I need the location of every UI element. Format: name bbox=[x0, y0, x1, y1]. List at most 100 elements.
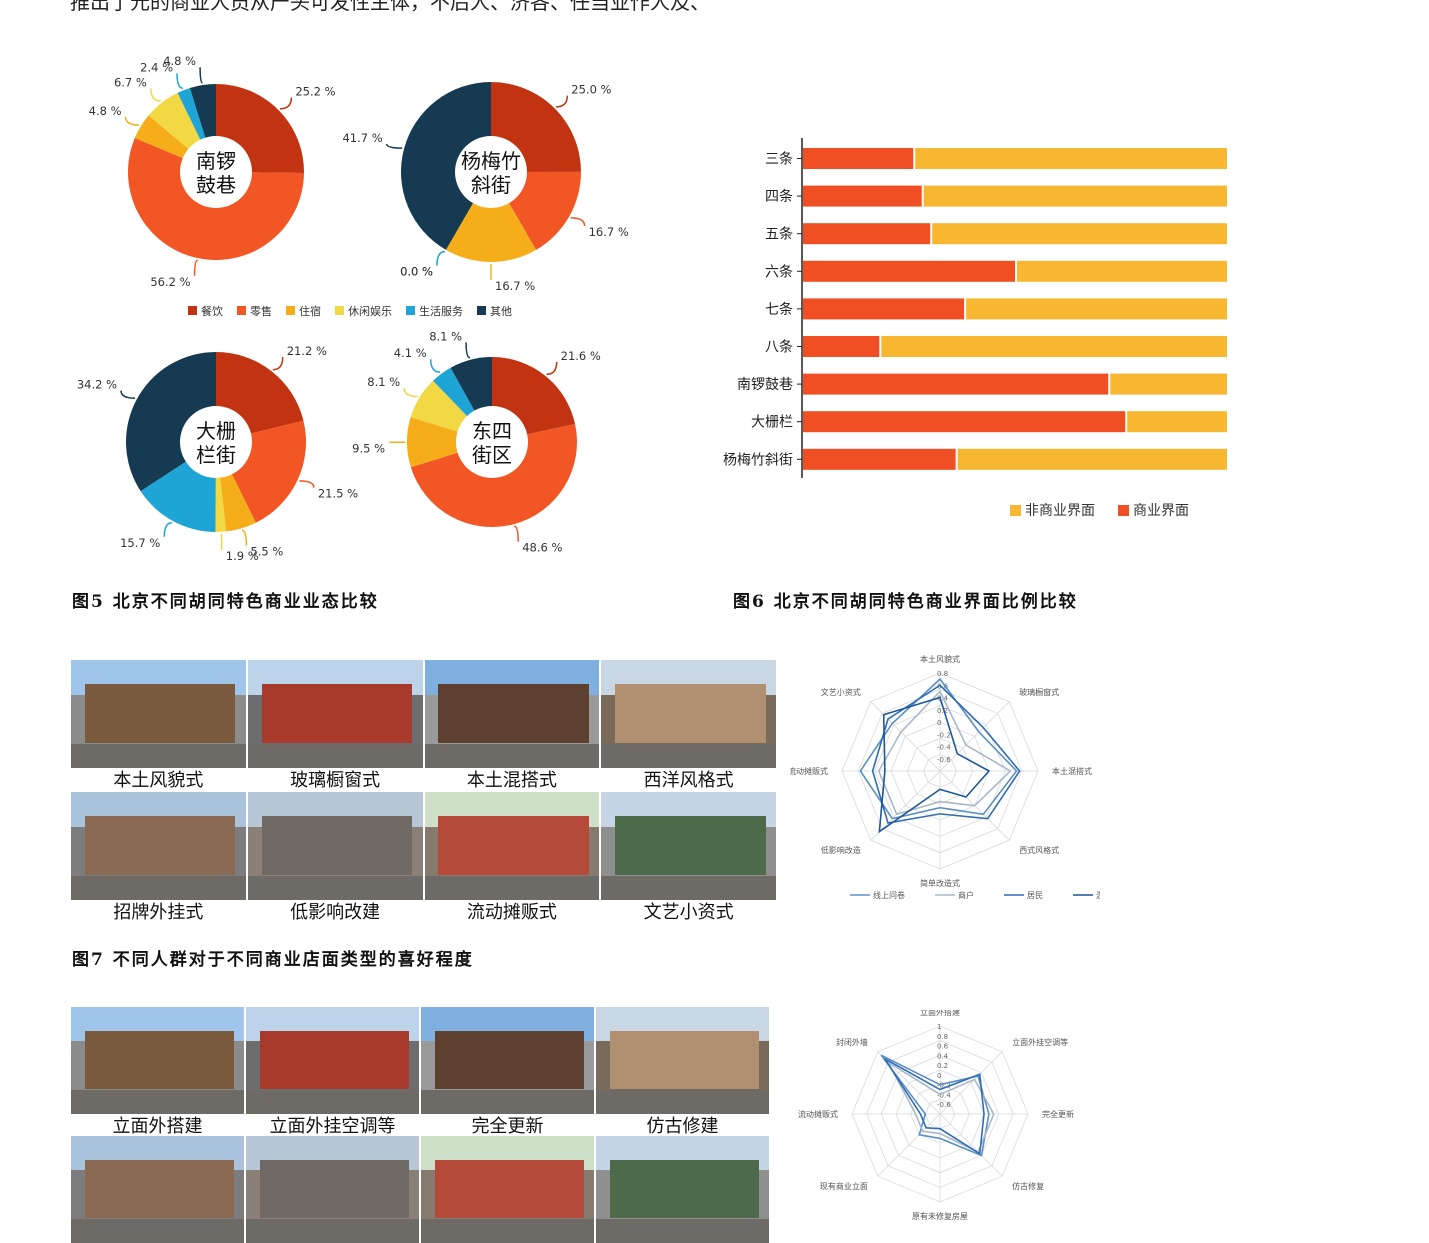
fig7-caption: 图7 不同人群对于不同商业店面类型的喜好程度 bbox=[72, 945, 474, 970]
radar-axis-label: 玻璃橱窗式 bbox=[1019, 687, 1059, 697]
photo-building bbox=[85, 1031, 234, 1090]
legend-label: 居民 bbox=[1027, 891, 1043, 900]
leader-line bbox=[404, 388, 418, 396]
legend-label: 线上问卷 bbox=[873, 890, 905, 900]
slice-label: 8.1 % bbox=[429, 329, 462, 343]
slice-label: 21.2 % bbox=[287, 344, 327, 358]
radar-axis-label: 文艺小资式 bbox=[821, 687, 861, 697]
bar-noncommercial bbox=[924, 186, 1227, 207]
leader-line bbox=[221, 534, 222, 550]
fig8-radar-chart: 立面外搭建立面外挂空调等完全更新仿古修复原有未修复房屋现有商业立面流动摊贩式封闭… bbox=[790, 1010, 1100, 1237]
photo-label: 本土风貌式 bbox=[113, 766, 203, 792]
street-photo bbox=[246, 1007, 419, 1114]
category-label: 四条 bbox=[765, 188, 793, 205]
photo-label: 流动摊贩式 bbox=[467, 898, 557, 924]
radar-axis-label: 本土混搭式 bbox=[1052, 766, 1092, 776]
leader-line bbox=[126, 117, 140, 125]
slice-label: 48.6 % bbox=[522, 541, 562, 555]
leader-line bbox=[547, 362, 557, 374]
leader-line bbox=[164, 523, 172, 537]
donut-title: 大栅 bbox=[196, 419, 236, 443]
donut-title: 东四 bbox=[472, 419, 512, 443]
slice-label: 15.7 % bbox=[120, 536, 160, 550]
bar-noncommercial bbox=[932, 223, 1227, 244]
photo-label: 仿古修建 bbox=[647, 1112, 719, 1138]
radar-tick-label: 0.8 bbox=[937, 670, 948, 678]
legend-label: 游客 bbox=[1096, 890, 1100, 900]
radar-axis-label: 简单改造式 bbox=[920, 878, 960, 888]
bar-commercial bbox=[803, 298, 964, 319]
leader-line bbox=[273, 357, 283, 370]
fig5-donut-charts: 25.2 %56.2 %4.8 %6.7 %2.4 %4.8 %南锣鼓巷25.0… bbox=[40, 50, 680, 570]
slice-label: 4.8 % bbox=[89, 104, 122, 118]
street-photo bbox=[71, 792, 246, 900]
radar-axis-label: 低影响改造 bbox=[821, 845, 861, 855]
leader-line bbox=[437, 252, 445, 266]
category-label: 七条 bbox=[765, 301, 793, 318]
photo-ground bbox=[248, 744, 423, 768]
radar-tick-label: 0.8 bbox=[937, 1033, 948, 1041]
fig6-bar-chart: 三条四条五条六条七条八条南锣鼓巷大栅栏杨梅竹斜街非商业界面商业界面 bbox=[700, 130, 1260, 530]
radar-spoke bbox=[940, 1114, 1002, 1176]
bar-noncommercial bbox=[966, 298, 1227, 319]
slice-label: 4.8 % bbox=[163, 54, 196, 68]
bar-noncommercial bbox=[958, 449, 1227, 470]
street-photo bbox=[421, 1136, 594, 1243]
photo-building bbox=[262, 816, 412, 875]
photo-building bbox=[610, 1031, 759, 1090]
photo-label: 立面外搭建 bbox=[113, 1112, 203, 1138]
category-label: 八条 bbox=[765, 339, 793, 356]
bar-commercial bbox=[803, 336, 879, 357]
bar-commercial bbox=[803, 449, 956, 470]
radar-tick-label: 0.4 bbox=[937, 1052, 949, 1060]
photo-ground bbox=[601, 744, 776, 768]
leader-line bbox=[299, 481, 313, 488]
leader-line bbox=[556, 96, 567, 107]
bar-commercial bbox=[803, 223, 930, 244]
bar-commercial bbox=[803, 261, 1015, 282]
leader-line bbox=[177, 73, 183, 88]
slice-label: 4.1 % bbox=[394, 346, 427, 360]
photo-label: 招牌外挂式 bbox=[113, 898, 203, 924]
fig7-radar-chart: 本土风貌式玻璃橱窗式本土混搭式西式风格式简单改造式低影响改造流动摊贩式文艺小资式… bbox=[790, 655, 1100, 905]
photo-building bbox=[260, 1031, 409, 1090]
street-photo bbox=[601, 792, 776, 900]
photo-ground bbox=[601, 876, 776, 900]
photo-building bbox=[85, 816, 235, 875]
radar-axis-label: 封闭外墙 bbox=[836, 1037, 868, 1047]
photo-ground bbox=[246, 1219, 419, 1243]
legend-label: 商业界面 bbox=[1133, 503, 1189, 519]
category-label: 三条 bbox=[765, 151, 793, 168]
legend-label: 非商业界面 bbox=[1025, 503, 1095, 519]
fig6-caption: 图6 北京不同胡同特色商业界面比例比较 bbox=[733, 587, 1078, 612]
radar-tick-label: -0.4 bbox=[937, 744, 951, 752]
radar-tick-label: -0.6 bbox=[937, 756, 951, 764]
legend-label: 休闲娱乐 bbox=[348, 304, 392, 318]
slice-label: 25.2 % bbox=[295, 84, 335, 98]
legend-label: 商户 bbox=[958, 890, 974, 900]
leader-line bbox=[387, 144, 402, 148]
photo-label: 文艺小资式 bbox=[644, 898, 734, 924]
legend-swatch bbox=[1118, 505, 1129, 516]
legend-swatch bbox=[188, 306, 197, 315]
photo-label: 完全更新 bbox=[472, 1112, 544, 1138]
street-photo bbox=[596, 1007, 769, 1114]
radar-axis-label: 西式风格式 bbox=[1019, 845, 1059, 855]
leader-line bbox=[280, 97, 291, 108]
radar-tick-label: 1 bbox=[937, 1023, 941, 1031]
legend-swatch bbox=[406, 306, 415, 315]
legend-swatch bbox=[1010, 505, 1021, 516]
leader-line bbox=[151, 88, 161, 101]
category-label: 杨梅竹斜街 bbox=[723, 452, 793, 468]
street-photo bbox=[71, 660, 246, 768]
photo-label: 本土混搭式 bbox=[467, 766, 557, 792]
bar-noncommercial bbox=[1017, 261, 1227, 282]
radar-axis-label: 流动摊贩式 bbox=[798, 1109, 838, 1119]
photo-ground bbox=[71, 1219, 244, 1243]
photo-ground bbox=[421, 1219, 594, 1243]
photo-ground bbox=[71, 876, 246, 900]
bar-commercial bbox=[803, 374, 1108, 395]
photo-ground bbox=[425, 876, 600, 900]
slice-label: 16.7 % bbox=[495, 279, 535, 293]
radar-axis-label: 原有未修复房屋 bbox=[912, 1211, 968, 1221]
